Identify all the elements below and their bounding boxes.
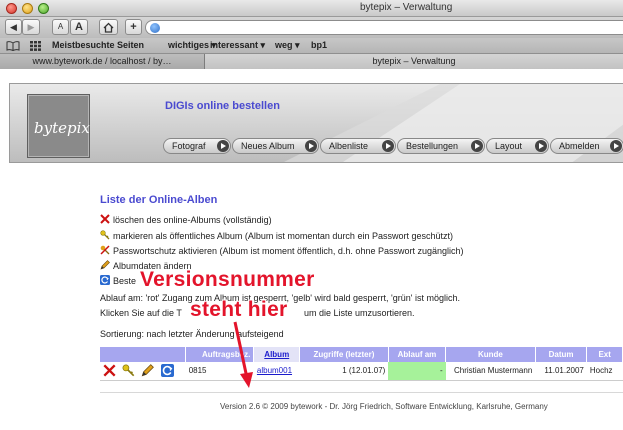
nav-arrow-icon: [610, 140, 622, 152]
bookmark-bp1[interactable]: bp1: [311, 40, 327, 50]
cell-ext: Hochz: [586, 362, 623, 381]
globe-icon: [150, 23, 160, 33]
nav-arrow-icon: [382, 140, 394, 152]
legend-order: Beste: [100, 275, 136, 286]
nav-arrow-icon: [305, 140, 317, 152]
window-title: bytepix – Verwaltung: [360, 2, 453, 13]
album-link[interactable]: album001: [257, 366, 292, 375]
cell-datum: 11.01.2007: [535, 362, 587, 381]
tab-bar: www.bytework.de / localhost / by… bytepi…: [0, 54, 623, 69]
nav-layout[interactable]: Layout: [486, 138, 549, 154]
annotation-line2: steht hier: [190, 298, 288, 321]
cell-ablauf: -: [388, 362, 446, 381]
address-bar[interactable]: [145, 20, 623, 35]
bookmark-meistbesuchte[interactable]: Meistbesuchte Seiten: [52, 40, 144, 50]
legend-public-text: markieren als öffentliches Album (Album …: [113, 231, 453, 241]
pencil-icon[interactable]: [141, 364, 155, 377]
table-row: 0815 album001 1 (12.01.07) - Christian M…: [100, 362, 623, 381]
legend-password-text: Passwortschutz aktivieren (Album ist mom…: [113, 246, 464, 256]
site-header: bytepix DIGIs online bestellen Fotograf …: [9, 83, 623, 163]
bookmarks-book-icon[interactable]: [6, 41, 20, 51]
column-ablauf[interactable]: Ablauf am: [388, 347, 447, 362]
zoom-window-icon[interactable]: [38, 3, 49, 14]
footer-version: Version 2.6 © 2009 bytework - Dr. Jörg F…: [220, 402, 548, 411]
cell-album: album001: [253, 362, 300, 381]
window-titlebar: bytepix – Verwaltung: [0, 0, 623, 17]
table-header-row: Auftragsbez. Album Zugriffe (letzter) Ab…: [100, 347, 623, 362]
delete-x-icon: [100, 214, 110, 224]
nav-albenliste[interactable]: Albenliste: [320, 138, 396, 154]
key-crossed-icon: [100, 245, 110, 255]
nav-bestellungen-label: Bestellungen: [406, 141, 459, 151]
top-sites-grid-icon[interactable]: [30, 41, 41, 51]
add-bookmark-button[interactable]: +: [125, 19, 142, 35]
pencil-icon: [100, 260, 110, 270]
bookmark-wichtiges[interactable]: wichtiges ▾: [168, 40, 216, 51]
cell-zugriffe: 1 (12.01.07): [299, 362, 389, 381]
nav-layout-label: Layout: [495, 141, 523, 151]
nav-bestellungen[interactable]: Bestellungen: [397, 138, 485, 154]
refresh-icon: [100, 275, 110, 285]
site-heading: DIGIs online bestellen: [165, 100, 280, 112]
browser-toolbar: ◀ ▶ A A +: [0, 17, 623, 38]
bookmarks-bar: Meistbesuchte Seiten wichtiges ▾ interes…: [0, 38, 623, 54]
key-yellow-icon: [100, 230, 110, 240]
back-button[interactable]: ◀: [5, 19, 22, 35]
column-kunde[interactable]: Kunde: [445, 347, 536, 362]
row-actions: [100, 362, 186, 381]
delete-x-icon[interactable]: [103, 364, 116, 377]
legend-delete-text: löschen des online-Albums (vollständig): [113, 215, 272, 225]
cell-kunde: Christian Mustermann: [445, 362, 536, 381]
key-yellow-icon[interactable]: [122, 364, 135, 377]
albums-table: Auftragsbez. Album Zugriffe (letzter) Ab…: [100, 347, 623, 381]
minimize-window-icon[interactable]: [22, 3, 33, 14]
column-zugriffe[interactable]: Zugriffe (letzter): [299, 347, 389, 362]
close-window-icon[interactable]: [6, 3, 17, 14]
logo-text: bytepix: [34, 119, 90, 137]
annotation-line1: Versionsnummer: [140, 268, 315, 291]
bookmark-interessant[interactable]: interessant ▾: [210, 40, 265, 51]
text-smaller-button[interactable]: A: [52, 19, 69, 35]
column-actions: [100, 347, 187, 362]
nav-arrow-icon: [217, 140, 229, 152]
nav-albenliste-label: Albenliste: [329, 141, 369, 151]
nav-abmelden[interactable]: Abmelden: [550, 138, 623, 154]
nav-fotograf-label: Fotograf: [172, 141, 206, 151]
sort-hint-end: um die Liste umzusortieren.: [304, 308, 415, 318]
refresh-icon[interactable]: [160, 364, 174, 378]
legend-delete: löschen des online-Albums (vollständig): [100, 214, 272, 225]
legend-order-text: Beste: [113, 276, 137, 286]
annotation-arrow: [233, 321, 253, 388]
column-datum[interactable]: Datum: [535, 347, 588, 362]
text-larger-button[interactable]: A: [70, 19, 88, 35]
tab-bytework[interactable]: www.bytework.de / localhost / by…: [0, 54, 205, 69]
nav-arrow-icon: [471, 140, 483, 152]
nav-abmelden-label: Abmelden: [559, 141, 600, 151]
column-ext[interactable]: Ext: [586, 347, 623, 362]
bytepix-logo: bytepix: [27, 94, 90, 158]
forward-button[interactable]: ▶: [22, 19, 40, 35]
page-title: Liste der Online-Alben: [100, 194, 218, 206]
column-album[interactable]: Album: [253, 347, 301, 362]
nav-neues-album[interactable]: Neues Album: [232, 138, 319, 154]
nav-arrow-icon: [535, 140, 547, 152]
home-icon: [103, 22, 114, 33]
nav-neues-album-label: Neues Album: [241, 141, 295, 151]
legend-password: Passwortschutz aktivieren (Album ist mom…: [100, 245, 464, 256]
bookmark-weg[interactable]: weg ▾: [275, 40, 300, 51]
footer-divider: [100, 392, 623, 393]
legend-public: markieren als öffentliches Album (Album …: [100, 230, 453, 241]
home-button[interactable]: [99, 19, 118, 35]
nav-fotograf[interactable]: Fotograf: [163, 138, 231, 154]
tab-bytepix-verwaltung[interactable]: bytepix – Verwaltung: [205, 54, 623, 69]
sort-hint-start: Klicken Sie auf die T: [100, 308, 182, 318]
